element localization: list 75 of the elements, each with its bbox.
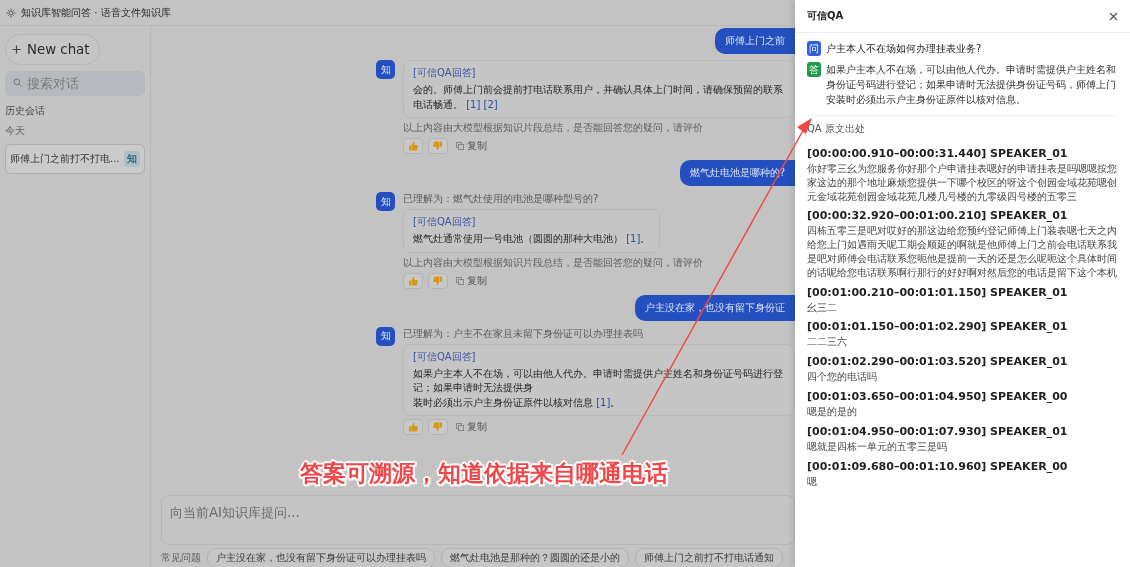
transcript-heading: [00:00:00.910–00:00:31.440] SPEAKER_01 bbox=[807, 147, 1069, 160]
page-title: 知识库智能问答 · 语音文件知识库 bbox=[21, 5, 171, 20]
transcript-text: 四栋五零三是吧对哎好的那这边给您预约登记师傅上门装表嗯七天之内给您上门如遇雨天呢工期会顺延的啊就是他师傅上门之前会电话联系我是吧对师傅会电话联系您呃他是提前一天的还是怎么呢呃这个具体时间的话呢给您电话联系啊行那行的好好啊对然后您的电话是留下这个本机 bbox=[807, 224, 1118, 280]
suggested-question[interactable]: 燃气灶电池是那种的？圆圆的还是小的 bbox=[441, 548, 629, 567]
transcript-text: 嗯就是四栋一单元的五零三是吗 bbox=[807, 439, 948, 454]
transcript-heading: [00:00:32.920–00:01:00.210] SPEAKER_01 bbox=[807, 209, 1069, 223]
understood-note: 已理解为：燃气灶使用的电池是哪种型号的? bbox=[403, 192, 600, 206]
transcript-text: 嗯 bbox=[807, 474, 818, 489]
copy-button[interactable]: 复制 bbox=[453, 273, 490, 288]
transcript-text: 嗯是的是的 bbox=[807, 404, 858, 419]
history-item-title: 师傅上门之前打不打电... bbox=[10, 152, 120, 166]
thumbs-down-icon bbox=[433, 275, 443, 286]
section-title: 历史会话 bbox=[5, 104, 46, 118]
user-message: 户主没在家，也没有留下身份证 bbox=[635, 294, 795, 321]
source-title: QA 原文出处 bbox=[807, 122, 866, 136]
transcript-text: 二二三六 bbox=[807, 335, 848, 350]
like-button[interactable] bbox=[403, 419, 423, 435]
assistant-avatar: 知 bbox=[376, 60, 395, 79]
copy-icon bbox=[456, 276, 464, 285]
group-label: 今天 bbox=[5, 124, 26, 138]
copy-icon bbox=[456, 142, 464, 150]
transcript-heading: [00:01:00.210–00:01:01.150] SPEAKER_01 bbox=[807, 285, 1069, 299]
annotation-text: 答案可溯源，知道依据来自哪通电话 bbox=[300, 459, 668, 488]
suggestions-label: 常见问题 bbox=[161, 551, 201, 565]
question-input[interactable]: 向当前AI知识库提问... bbox=[161, 495, 795, 545]
citation-link[interactable]: [2] bbox=[483, 98, 498, 110]
answer-label: [可信QA回答] bbox=[413, 66, 477, 80]
answer-text: 燃气灶通常使用一号电池（圆圆的那种大电池） [1]。 bbox=[413, 232, 651, 246]
copy-button[interactable]: 复制 bbox=[453, 139, 490, 153]
transcript-heading: [00:01:04.950–00:01:07.930] SPEAKER_01 bbox=[807, 424, 1069, 438]
dislike-button[interactable] bbox=[428, 272, 448, 289]
close-icon bbox=[1109, 11, 1118, 21]
citation-link[interactable]: [1] bbox=[466, 98, 481, 110]
transcript-heading: [00:01:02.290–00:01:03.520] SPEAKER_01 bbox=[807, 355, 1069, 369]
transcript-text: 幺三二 bbox=[807, 300, 838, 315]
suggested-question[interactable]: 师傅上门之前打不打电话通知 bbox=[635, 548, 783, 567]
gear-icon bbox=[6, 7, 16, 18]
answer-label: [可信QA回答] bbox=[413, 349, 477, 364]
search-icon bbox=[13, 78, 22, 87]
plus-icon bbox=[12, 45, 21, 54]
new-chat-button[interactable]: New chat bbox=[5, 34, 101, 65]
history-item[interactable]: 师傅上门之前打不打电... 知 bbox=[5, 144, 145, 174]
answer-badge: 答 bbox=[807, 62, 821, 77]
answer-text: 会的。师傅上门前会提前打电话联系用户，并确认具体上门时间，请确保预留的联系电话畅通。 [1] [2] bbox=[413, 83, 784, 112]
suggested-question[interactable]: 户主没在家，也没有留下身份证可以办理挂表吗 bbox=[207, 548, 435, 567]
dislike-button[interactable] bbox=[428, 419, 448, 435]
like-button[interactable] bbox=[403, 138, 423, 154]
thumbs-up-icon bbox=[408, 141, 418, 151]
transcript-text: 你好零三幺为您服务你好那个户申请挂表嗯好的申请挂表是吗嗯嗯按您家这边的那个地址麻烦您提供一下哪个校区的呀这个创园金域花苑嗯创元金域花苑创园金域花苑几楼几号楼的九零级四号楼的五零三 bbox=[807, 162, 1118, 204]
disclaimer-text: 以上内容由大模型根据知识片段总结，是否能回答您的疑问，请评价 bbox=[403, 255, 704, 270]
transcript-heading: [00:01:03.650–00:01:04.950] SPEAKER_00 bbox=[807, 389, 1069, 403]
question-badge: 问 bbox=[807, 41, 821, 56]
transcript-text: 四个您的电话吗 bbox=[807, 370, 878, 384]
answer-text: 如果户主本人不在场，可以由他人代办。申请时需提供户主姓名和身份证号码进行登记；如果申请时无法提供身份证号码，师傅上门安装时必须出示户主身份证原件以核对信息。 bbox=[826, 63, 1117, 107]
thumbs-up-icon bbox=[408, 422, 418, 432]
thumbs-down-icon bbox=[433, 141, 443, 151]
thumbs-up-icon bbox=[408, 275, 418, 286]
understood-note: 已理解为：户主不在家且未留下身份证可以办理挂表吗 bbox=[403, 326, 644, 341]
drawer-title: 可信QA bbox=[807, 9, 844, 23]
like-button[interactable] bbox=[403, 272, 423, 289]
assistant-avatar: 知 bbox=[376, 326, 395, 346]
assistant-avatar: 知 bbox=[376, 192, 395, 211]
search-field[interactable]: 搜索对话 bbox=[5, 71, 145, 96]
copy-button[interactable]: 复制 bbox=[453, 420, 490, 434]
disclaimer-text: 以上内容由大模型根据知识片段总结，是否能回答您的疑问，请评价 bbox=[403, 121, 704, 135]
transcript-heading: [00:01:01.150–00:01:02.290] SPEAKER_01 bbox=[807, 320, 1069, 334]
thumbs-down-icon bbox=[433, 422, 443, 432]
copy-icon bbox=[456, 423, 464, 431]
dislike-button[interactable] bbox=[428, 138, 448, 154]
answer-label: [可信QA回答] bbox=[413, 215, 477, 229]
question-text: 户主本人不在场如何办理挂表业务? bbox=[826, 41, 982, 56]
transcript-heading: [00:01:09.680–00:01:10.960] SPEAKER_00 bbox=[807, 459, 1069, 473]
user-message: 师傅上门之前 bbox=[715, 28, 795, 54]
knowledge-badge: 知 bbox=[124, 151, 140, 167]
user-message: 燃气灶电池是哪种的? bbox=[679, 160, 795, 186]
